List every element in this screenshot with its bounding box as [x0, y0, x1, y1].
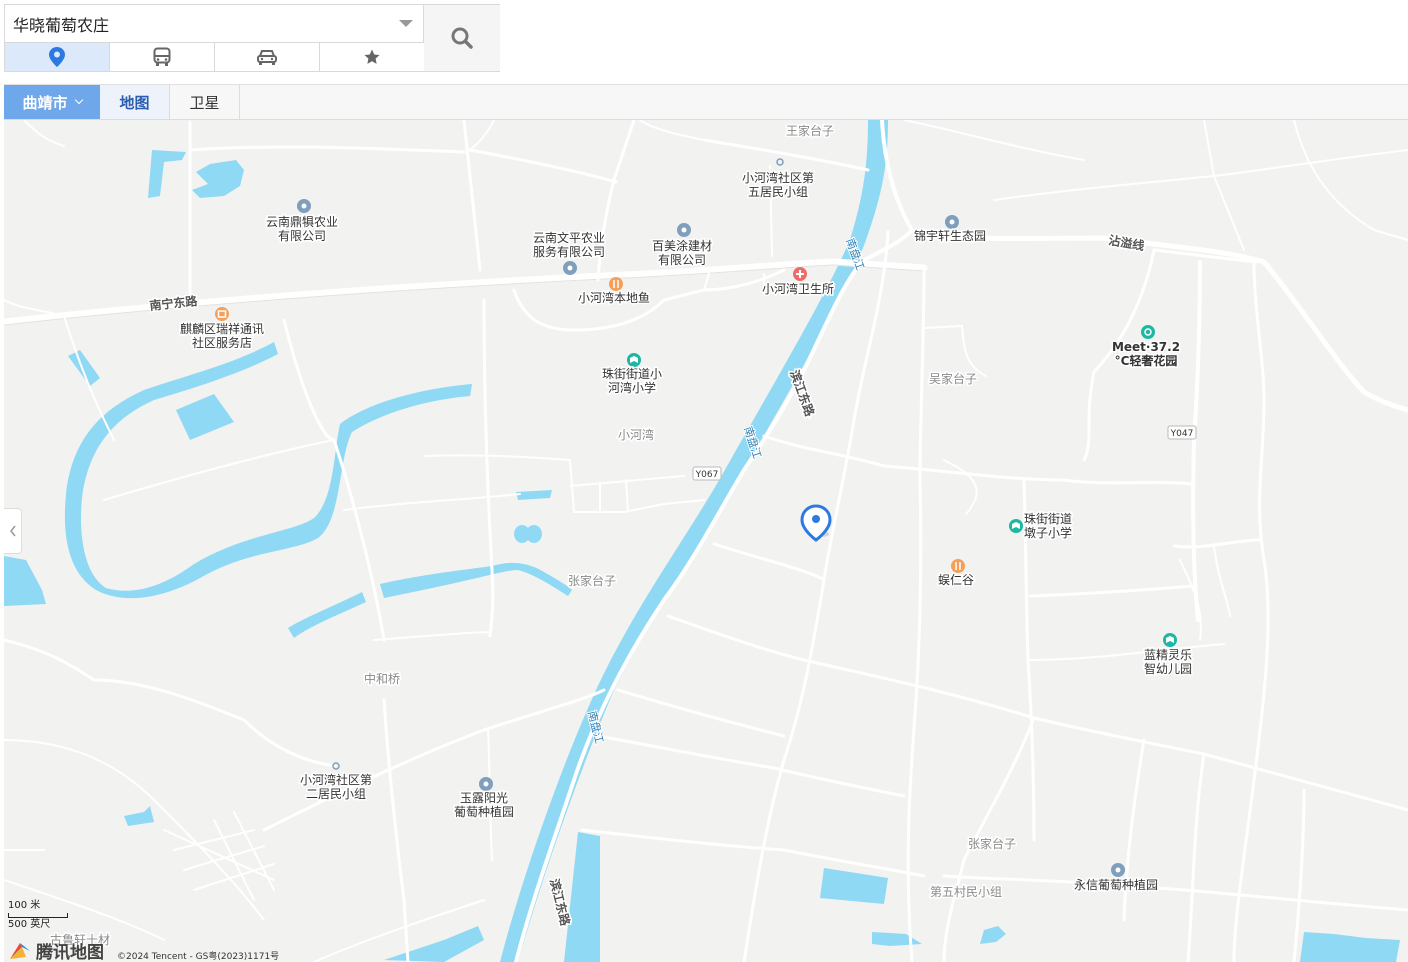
school-icon [627, 353, 641, 367]
mode-tabs [5, 43, 424, 71]
poi-label-duizi-school-1: 珠街街道 [1024, 512, 1072, 526]
poi-label-lanjing-2: 智幼儿园 [1144, 661, 1192, 676]
chevron-down-icon [74, 95, 83, 105]
restaurant-icon [951, 559, 965, 573]
map-canvas[interactable]: Y067 Y047 南宁东路 沾溢线 滨江东路 滨江东路 南盘江 南盘江 南盘江 [4, 120, 1408, 962]
poi-label-xhw-school-2: 河湾小学 [608, 380, 656, 395]
map-type-standard[interactable]: 地图 [100, 85, 170, 119]
route-badge-y047: Y047 [1167, 425, 1197, 440]
poi-label-meet-1: Meet·37.2 [1112, 340, 1180, 354]
shop-icon [215, 307, 229, 321]
tab-favorites[interactable] [320, 43, 424, 71]
svg-text:Y067: Y067 [695, 470, 719, 480]
place-label-zhangjiataizi-2: 张家台子 [968, 836, 1016, 851]
poi-label-dingqi-2: 有限公司 [278, 229, 326, 243]
search-box [5, 5, 424, 43]
place-label-diwucun: 第五村民小组 [930, 885, 1002, 899]
bus-icon [153, 47, 171, 66]
tencent-map-logo-icon [10, 942, 30, 959]
city-label: 曲靖市 [22, 93, 68, 112]
poi-label-xhw2-1: 小河湾社区第 [300, 772, 372, 787]
school-icon [1009, 519, 1023, 533]
poi-yongxin-icon [1111, 863, 1125, 877]
poi-label-qilin-1: 麒麟区瑞祥通讯 [180, 321, 264, 336]
poi-label-xhw5-1: 小河湾社区第 [742, 170, 814, 185]
poi-label-jinyuxuan: 锦宇轩生态园 [914, 229, 986, 243]
place-label-wujiataizi: 吴家台子 [929, 371, 977, 386]
poi-label-wenping-1: 云南文平农业 [533, 230, 605, 245]
map-type-satellite[interactable]: 卫星 [170, 85, 240, 119]
poi-label-xierengu: 蜈仁谷 [938, 573, 974, 587]
poi-label-dingqi-1: 云南鼎犋农业 [266, 214, 338, 229]
dropdown-caret-icon[interactable] [399, 20, 413, 27]
restaurant-icon [609, 277, 623, 291]
poi-label-yulu-2: 葡萄种植园 [454, 804, 514, 819]
clinic-icon [793, 267, 807, 281]
garden-icon [1141, 325, 1155, 339]
poi-label-xhw2-2: 二居民小组 [306, 787, 366, 801]
search-panel [4, 4, 500, 72]
place-label-wangjiataizi: 王家台子 [786, 123, 834, 138]
tab-bus[interactable] [110, 43, 215, 71]
tab-car[interactable] [215, 43, 320, 71]
scale-bar: 100 米 500 英尺 [8, 900, 68, 931]
star-icon [364, 49, 380, 64]
search-icon [451, 27, 473, 49]
logo-text: 腾讯地图 [36, 943, 104, 962]
kindergarten-icon [1163, 633, 1177, 647]
poi-dingqi-agri-icon [297, 199, 311, 213]
poi-label-wenping-2: 服务有限公司 [533, 244, 605, 259]
poi-wenping-agri-icon [563, 261, 577, 275]
chevron-left-icon [9, 525, 16, 537]
poi-yulu-icon [479, 777, 493, 791]
search-input[interactable] [5, 5, 395, 42]
svg-text:Y047: Y047 [1170, 429, 1194, 439]
poi-jinyuxuan-icon [945, 215, 959, 229]
city-selector[interactable]: 曲靖市 [4, 85, 100, 119]
poi-label-meet-2: °C轻奢花园 [1115, 353, 1178, 368]
side-panel-toggle[interactable] [4, 508, 22, 554]
place-label-zhangjiataizi-1: 张家台子 [568, 573, 616, 588]
scale-line [8, 913, 68, 918]
location-pin-icon [49, 47, 65, 67]
tab-location[interactable] [5, 43, 110, 71]
route-badge-y067: Y067 [692, 466, 722, 481]
poi-label-xhw5-2: 五居民小组 [748, 185, 808, 199]
poi-label-yulu-1: 玉露阳光 [460, 791, 508, 805]
poi-label-baimei-1: 百美涂建材 [652, 238, 712, 253]
copyright-text: ©2024 Tencent - GS粤(2023)1171号 [117, 952, 280, 962]
car-icon [257, 50, 277, 65]
poi-label-xhw-fish: 小河湾本地鱼 [578, 290, 650, 305]
poi-label-xhw-clinic: 小河湾卫生所 [762, 281, 834, 296]
tencent-map-logo: 腾讯地图 [8, 938, 104, 962]
place-label-xiaohewan: 小河湾 [618, 427, 654, 442]
scale-metric: 100 米 [8, 900, 41, 911]
poi-baimei-icon [677, 223, 691, 237]
poi-label-qilin-2: 社区服务店 [192, 335, 252, 350]
poi-label-baimei-2: 有限公司 [658, 253, 706, 267]
place-label-zhongheqiao: 中和桥 [364, 671, 400, 686]
scale-imperial: 500 英尺 [8, 919, 51, 930]
poi-label-duizi-school-2: 墩子小学 [1024, 525, 1072, 540]
map-toolbar: 曲靖市 地图 卫星 [4, 84, 1408, 120]
poi-label-lanjing-1: 蓝精灵乐 [1144, 648, 1192, 662]
map-app: 曲靖市 地图 卫星 [0, 0, 1408, 962]
poi-label-yongxin: 永信葡萄种植园 [1074, 877, 1158, 892]
poi-label-xhw-school-1: 珠街街道小 [602, 367, 662, 381]
map-svg[interactable]: Y067 Y047 南宁东路 沾溢线 滨江东路 滨江东路 南盘江 南盘江 南盘江 [4, 120, 1408, 962]
search-button[interactable] [424, 5, 500, 71]
